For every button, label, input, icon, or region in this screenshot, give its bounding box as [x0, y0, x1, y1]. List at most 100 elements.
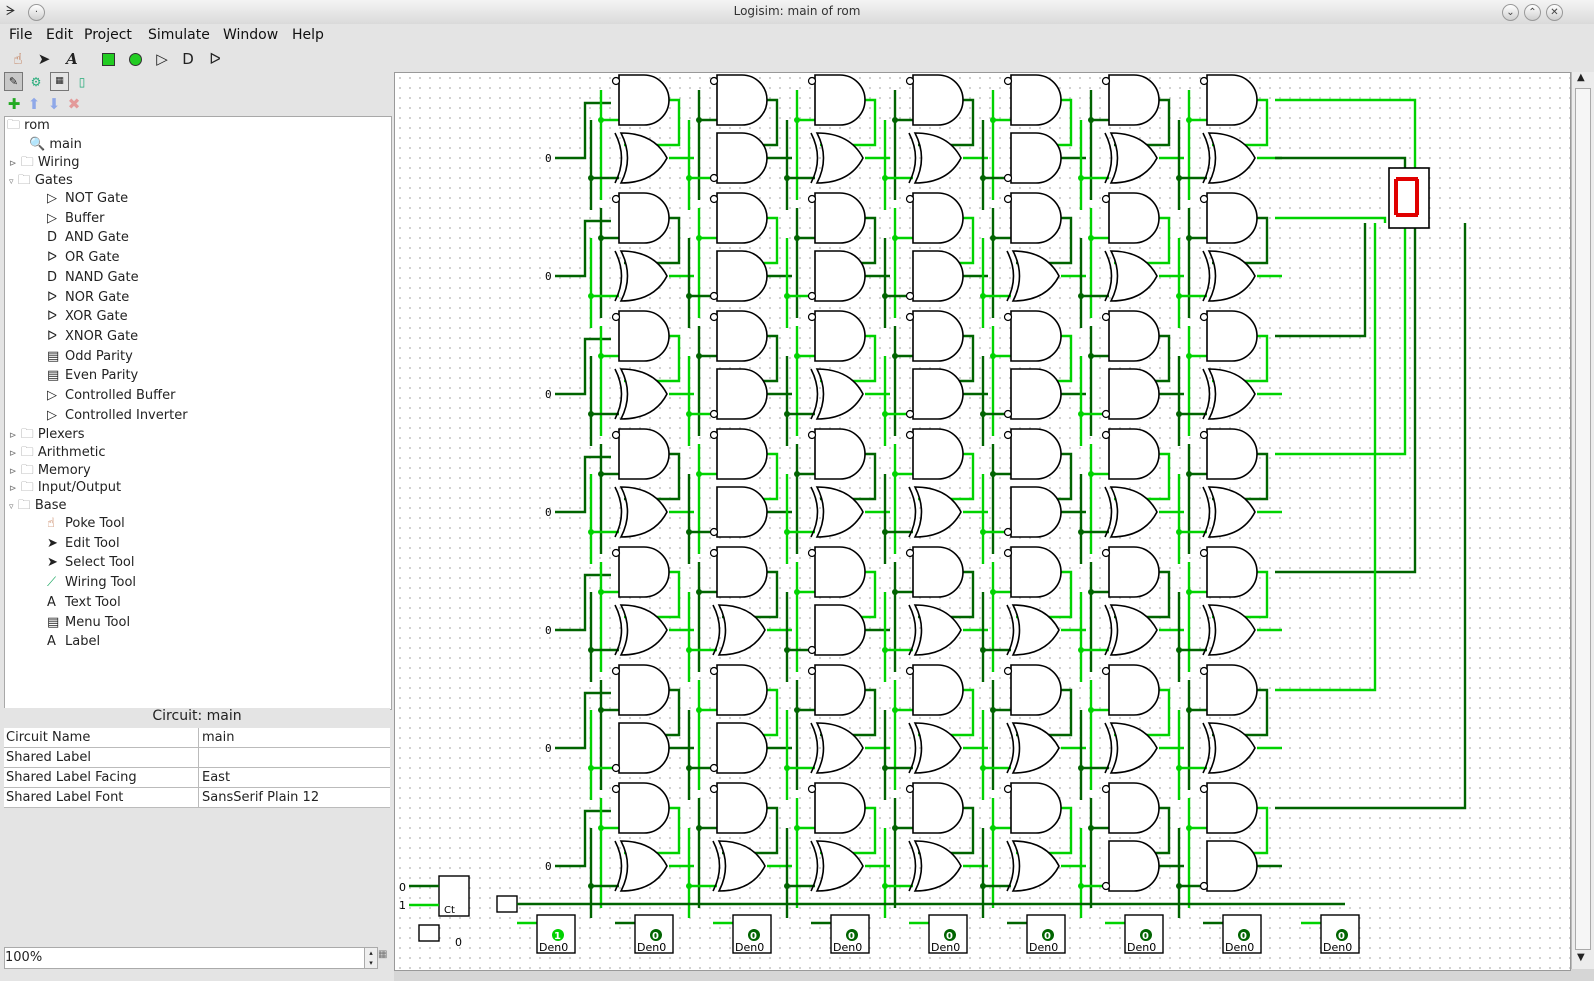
- and-gate[interactable]: [1206, 310, 1258, 362]
- and-gate[interactable]: [618, 546, 670, 598]
- xor-gate[interactable]: [619, 604, 668, 656]
- and-gate[interactable]: [1108, 368, 1160, 420]
- and-gate[interactable]: [1010, 428, 1062, 480]
- xor-gate[interactable]: [1011, 722, 1060, 774]
- scroll-up-icon[interactable]: ▲: [1577, 72, 1585, 83]
- scroll-thumb[interactable]: [1575, 88, 1591, 950]
- tree-gate-item[interactable]: ᐅ OR Gate: [47, 249, 120, 267]
- input-pin-icon[interactable]: [98, 49, 118, 69]
- circuit-canvas[interactable]: 0 0 0 0 0 0 0 0 1 Ct 0 1 Den0 0 Den0 0 Den0 0 Den0 0 Den0 0 De…: [394, 72, 1571, 971]
- row-input-value[interactable]: 0: [545, 388, 552, 401]
- and-gate[interactable]: [814, 74, 866, 126]
- layout-view-icon[interactable]: ▦: [50, 72, 69, 91]
- and-gate[interactable]: [716, 368, 768, 420]
- tree-gate-item[interactable]: ▷ Buffer: [47, 210, 104, 228]
- and-gate[interactable]: [814, 546, 866, 598]
- xor-gate[interactable]: [913, 604, 962, 656]
- and-gate[interactable]: [912, 664, 964, 716]
- tree-base-item[interactable]: A Text Tool: [47, 594, 121, 612]
- output-pin-icon[interactable]: [125, 49, 145, 69]
- collapse-icon[interactable]: ▿: [9, 177, 14, 187]
- and-gate[interactable]: [716, 192, 768, 244]
- and-gate[interactable]: [814, 428, 866, 480]
- tree-base-item[interactable]: ➤ Select Tool: [47, 554, 135, 572]
- xor-gate[interactable]: [619, 132, 668, 184]
- and-gate[interactable]: [716, 486, 768, 538]
- vertical-scrollbar[interactable]: ▲ ▼: [1571, 72, 1594, 969]
- xor-gate[interactable]: [717, 604, 766, 656]
- tree-folder-arithmetic[interactable]: ⊳ 🗀 Arithmetic: [9, 444, 106, 462]
- tree-circuit-main[interactable]: 🔍 main: [29, 136, 82, 154]
- and-gate[interactable]: [716, 74, 768, 126]
- and-gate[interactable]: [1010, 486, 1062, 538]
- minimize-button[interactable]: ⌄: [1502, 4, 1519, 21]
- tree-folder-plexers[interactable]: ⊳ 🗀 Plexers: [9, 426, 84, 444]
- and-gate[interactable]: [1206, 840, 1258, 892]
- and-gate[interactable]: [1010, 368, 1062, 420]
- xor-gate[interactable]: [619, 368, 668, 420]
- expand-icon[interactable]: ⊳: [9, 449, 17, 459]
- and-gate[interactable]: [1108, 840, 1160, 892]
- and-gate[interactable]: [814, 192, 866, 244]
- and-gate-icon[interactable]: D: [178, 49, 198, 69]
- row-input-value[interactable]: 0: [545, 742, 552, 755]
- and-gate[interactable]: [716, 782, 768, 834]
- menu-project[interactable]: Project: [84, 27, 132, 43]
- xor-gate[interactable]: [913, 840, 962, 892]
- tree-gate-item[interactable]: D AND Gate: [47, 229, 129, 247]
- and-gate[interactable]: [618, 664, 670, 716]
- and-gate[interactable]: [1108, 664, 1160, 716]
- and-gate[interactable]: [912, 368, 964, 420]
- xor-gate[interactable]: [1109, 722, 1158, 774]
- xor-gate[interactable]: [815, 722, 864, 774]
- row-input-value[interactable]: 0: [545, 624, 552, 637]
- tree-base-item[interactable]: ➤ Edit Tool: [47, 535, 120, 553]
- and-gate[interactable]: [814, 664, 866, 716]
- delete-circuit-icon[interactable]: ✖: [64, 94, 84, 114]
- clock-icon[interactable]: [418, 924, 440, 942]
- and-gate[interactable]: [1108, 310, 1160, 362]
- text-tool-icon[interactable]: A: [62, 49, 82, 69]
- clock-icon[interactable]: [496, 895, 518, 913]
- xor-gate[interactable]: [815, 840, 864, 892]
- tree-gate-item[interactable]: ▷ Controlled Buffer: [47, 387, 175, 405]
- and-gate[interactable]: [716, 546, 768, 598]
- and-gate[interactable]: [716, 428, 768, 480]
- and-gate[interactable]: [912, 782, 964, 834]
- expand-icon[interactable]: ⊳: [9, 159, 17, 169]
- xor-gate[interactable]: [913, 132, 962, 184]
- expand-icon[interactable]: ⊳: [9, 467, 17, 477]
- and-gate[interactable]: [618, 310, 670, 362]
- collapse-icon[interactable]: ▿: [9, 502, 14, 512]
- simulation-view-icon[interactable]: ⚙: [26, 72, 46, 92]
- and-gate[interactable]: [1108, 192, 1160, 244]
- maximize-button[interactable]: ⌃: [1524, 4, 1541, 21]
- xor-gate[interactable]: [1207, 250, 1256, 302]
- xor-gate[interactable]: [1207, 486, 1256, 538]
- expand-icon[interactable]: ⊳: [9, 484, 17, 494]
- xor-gate[interactable]: [815, 132, 864, 184]
- tree-gate-item[interactable]: ▤ Odd Parity: [47, 348, 133, 366]
- and-gate[interactable]: [1206, 428, 1258, 480]
- grid-toggle-icon[interactable]: ▦: [378, 949, 387, 960]
- and-gate[interactable]: [716, 310, 768, 362]
- and-gate[interactable]: [814, 604, 866, 656]
- and-gate[interactable]: [716, 132, 768, 184]
- scroll-down-icon[interactable]: ▼: [1577, 952, 1585, 963]
- property-value[interactable]: East: [202, 768, 230, 787]
- row-input-value[interactable]: 0: [545, 860, 552, 873]
- xor-gate[interactable]: [1207, 368, 1256, 420]
- menu-window[interactable]: Window: [223, 27, 278, 43]
- xor-gate[interactable]: [1109, 604, 1158, 656]
- zoom-field[interactable]: 100%: [4, 947, 366, 969]
- xor-gate[interactable]: [815, 486, 864, 538]
- tree-base-item[interactable]: ☝ Poke Tool: [47, 515, 125, 533]
- and-gate[interactable]: [1010, 664, 1062, 716]
- and-gate[interactable]: [716, 664, 768, 716]
- and-gate[interactable]: [618, 722, 670, 774]
- menu-help[interactable]: Help: [292, 27, 324, 43]
- move-down-icon[interactable]: ⬇: [44, 94, 64, 114]
- and-gate[interactable]: [716, 250, 768, 302]
- and-gate[interactable]: [618, 428, 670, 480]
- and-gate[interactable]: [1108, 74, 1160, 126]
